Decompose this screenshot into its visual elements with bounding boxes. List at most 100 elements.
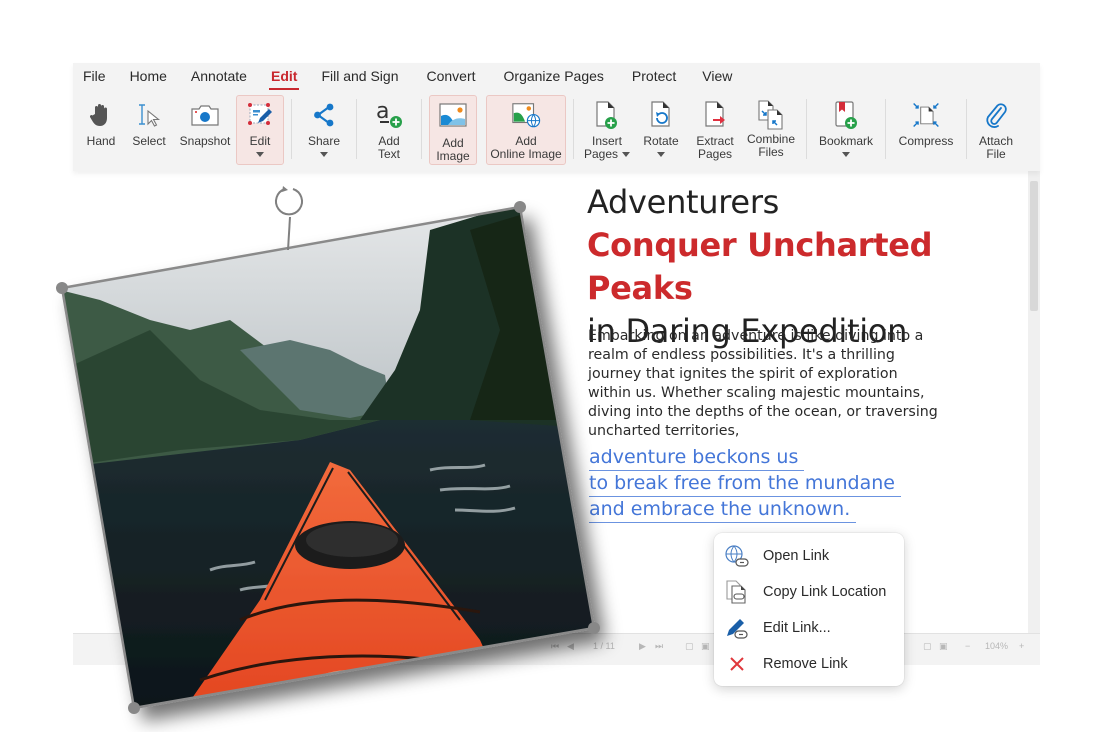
bookmark-dropdown-caret[interactable] — [842, 152, 850, 157]
menu-item-remove-link[interactable]: Remove Link — [714, 646, 904, 682]
zoom-in-icon[interactable]: + — [1019, 641, 1024, 651]
tab-organize-pages[interactable]: Organize Pages — [492, 64, 620, 88]
add-text-button[interactable]: a Add Text — [364, 95, 414, 165]
tab-fill-and-sign[interactable]: Fill and Sign — [309, 64, 410, 88]
add-online-image-button[interactable]: Add Online Image — [486, 95, 566, 165]
add-image-label-line1: Add — [442, 136, 464, 150]
single-page-view-icon[interactable]: ▢ — [923, 641, 932, 652]
rotate-page-icon — [646, 100, 676, 130]
select-label: Select — [132, 134, 166, 148]
edit-link-icon — [724, 616, 750, 640]
edit-dropdown-caret[interactable] — [256, 152, 264, 157]
ribbon: File Home Annotate Edit Fill and Sign Co… — [73, 63, 1040, 171]
paperclip-icon — [981, 100, 1011, 130]
first-page-icon[interactable]: ⏮ — [551, 641, 559, 652]
compress-label: Compress — [898, 134, 954, 148]
edit-label: Edit — [249, 134, 271, 148]
combine-files-label-line1: Combine — [746, 132, 796, 146]
toolbar-separator — [356, 99, 357, 159]
resize-handle-bottom-left[interactable] — [128, 702, 140, 714]
hand-button[interactable]: Hand — [80, 95, 122, 165]
headline-line-2: Conquer Uncharted Peaks — [587, 226, 933, 307]
tab-file[interactable]: File — [73, 64, 118, 88]
rotate-button[interactable]: Rotate — [635, 95, 687, 165]
zoom-level[interactable]: 104% — [985, 641, 1008, 651]
insert-pages-label-line1: Insert — [591, 134, 622, 148]
rotate-label: Rotate — [643, 134, 679, 148]
menu-item-open-link[interactable]: Open Link — [714, 538, 904, 574]
share-dropdown-caret[interactable] — [320, 152, 328, 157]
zoom-out-icon[interactable]: − — [965, 641, 970, 651]
bookmark-label: Bookmark — [818, 134, 874, 148]
menu-item-copy-link-location[interactable]: Copy Link Location — [714, 574, 904, 610]
insert-pages-dropdown-caret[interactable] — [622, 152, 631, 158]
hyperlink-line[interactable]: to break free from the mundane — [589, 471, 901, 497]
vertical-scrollbar[interactable] — [1028, 171, 1040, 633]
globe-link-icon — [724, 544, 750, 568]
toolbar-separator — [421, 99, 422, 159]
edit-object-icon — [245, 100, 275, 130]
prev-page-icon[interactable]: ◀ — [567, 641, 574, 652]
page-indicator[interactable]: 1 / 11 — [593, 641, 615, 651]
select-button[interactable]: Select — [124, 95, 174, 165]
compress-button[interactable]: Compress — [893, 95, 959, 165]
hand-icon — [86, 100, 116, 130]
extract-pages-label: Extract Pages — [696, 135, 733, 161]
toolbar-separator — [885, 99, 886, 159]
add-online-image-label: Add Online Image — [490, 135, 561, 161]
snapshot-button[interactable]: Snapshot — [176, 95, 234, 165]
menu-bar: File Home Annotate Edit Fill and Sign Co… — [73, 63, 744, 90]
share-button[interactable]: Share — [299, 95, 349, 165]
share-icon — [309, 100, 339, 130]
add-image-button[interactable]: Add Image — [429, 95, 477, 165]
toolbar: Hand Select Snapshot Edit Share a Add Te… — [79, 95, 1019, 167]
two-page-view-icon[interactable]: ▣ — [939, 641, 948, 652]
toolbar-separator — [573, 99, 574, 159]
resize-handle-top-left[interactable] — [56, 282, 68, 294]
hyperlink-line[interactable]: and embrace the unknown. — [589, 497, 857, 523]
extract-pages-label-line2: Pages — [697, 147, 733, 161]
add-text-label: Add Text — [378, 135, 400, 161]
combine-files-button[interactable]: Combine Files — [743, 95, 799, 165]
combine-files-label-line2: Files — [758, 145, 784, 159]
next-page-icon[interactable]: ▶ — [639, 641, 646, 652]
image-icon — [438, 100, 468, 130]
last-page-icon[interactable]: ⏭ — [655, 641, 663, 652]
tab-annotate[interactable]: Annotate — [179, 64, 259, 88]
tab-view[interactable]: View — [690, 64, 744, 88]
scrollbar-thumb[interactable] — [1030, 181, 1038, 311]
combine-files-icon — [756, 100, 786, 130]
bookmark-icon — [831, 100, 861, 130]
tab-protect[interactable]: Protect — [620, 64, 690, 88]
toolbar-separator — [806, 99, 807, 159]
extract-page-icon — [700, 100, 730, 130]
tab-convert[interactable]: Convert — [410, 64, 491, 88]
attach-file-label-line2: File — [986, 147, 1006, 161]
tab-home[interactable]: Home — [118, 64, 179, 88]
add-online-image-label-line1: Add — [515, 134, 537, 148]
insert-pages-label: Insert Pages — [583, 134, 631, 161]
hand-label: Hand — [86, 134, 116, 148]
insert-pages-button[interactable]: Insert Pages — [581, 95, 633, 165]
tab-edit[interactable]: Edit — [259, 64, 309, 90]
snapshot-label: Snapshot — [179, 134, 231, 148]
extract-pages-button[interactable]: Extract Pages — [689, 95, 741, 165]
add-text-label-line2: Text — [377, 147, 400, 161]
compress-icon — [911, 100, 941, 130]
attach-file-label: Attach File — [979, 135, 1013, 161]
bookmark-button[interactable]: Bookmark — [814, 95, 878, 165]
rotate-dropdown-caret[interactable] — [657, 152, 665, 157]
remove-icon — [724, 652, 750, 676]
add-online-image-label-line2: Online Image — [490, 147, 562, 161]
add-text-icon: a — [374, 100, 404, 130]
hyperlink-line[interactable]: adventure beckons us — [589, 445, 805, 471]
fit-page-icon[interactable]: ▢ — [685, 641, 694, 652]
fit-width-icon[interactable]: ▣ — [701, 641, 710, 652]
attach-file-button[interactable]: Attach File — [974, 95, 1018, 165]
share-label: Share — [307, 134, 341, 148]
edit-button[interactable]: Edit — [236, 95, 284, 165]
extract-pages-label-line1: Extract — [696, 134, 734, 148]
menu-item-edit-link[interactable]: Edit Link... — [714, 610, 904, 646]
menu-item-label: Open Link — [763, 548, 830, 564]
insert-pages-label-line2: Pages — [583, 147, 619, 161]
